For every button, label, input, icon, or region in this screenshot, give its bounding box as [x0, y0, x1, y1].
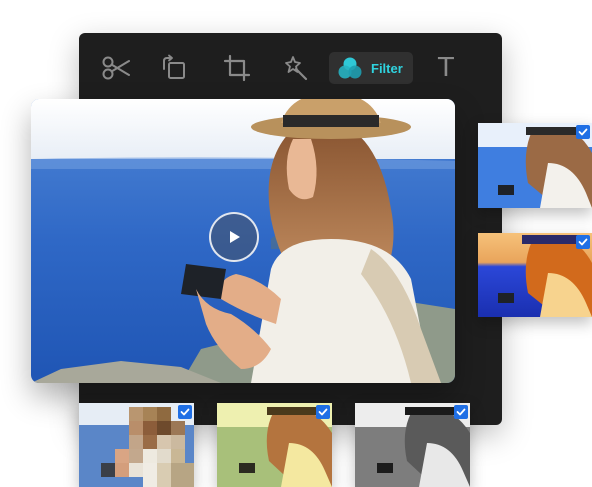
scissors-icon — [102, 56, 130, 80]
play-icon — [230, 231, 240, 243]
scissors-tool-button[interactable] — [99, 51, 133, 85]
editor-toolbar: Filter T — [79, 51, 502, 85]
text-icon: T — [438, 53, 454, 83]
filter-thumb-pixelate[interactable] — [79, 403, 194, 487]
rotate-icon — [163, 54, 185, 79]
check-icon — [454, 405, 468, 419]
check-icon — [316, 405, 330, 419]
video-preview[interactable] — [31, 99, 455, 383]
filter-tool-button[interactable]: Filter — [329, 52, 413, 84]
thumb-image — [79, 403, 194, 487]
filter-thumb-cool-blue[interactable] — [478, 123, 592, 208]
text-tool-button[interactable]: T — [431, 51, 461, 85]
filter-thumb-sunset-vivid[interactable] — [478, 233, 592, 317]
filter-icon — [338, 57, 362, 79]
crop-tool-button[interactable] — [220, 51, 254, 85]
filter-thumb-warm-yellow[interactable] — [217, 403, 332, 487]
rotate-tool-button[interactable] — [157, 51, 191, 85]
thumb-image — [217, 403, 332, 487]
thumb-image — [478, 233, 592, 317]
magic-wand-tool-button[interactable] — [279, 51, 313, 85]
filter-label: Filter — [371, 60, 403, 76]
crop-icon — [223, 54, 251, 82]
check-icon — [576, 235, 590, 249]
play-button[interactable] — [209, 212, 259, 262]
thumb-image — [355, 403, 470, 487]
magic-wand-icon — [285, 56, 308, 81]
check-icon — [178, 405, 192, 419]
thumb-image — [478, 123, 592, 208]
check-icon — [576, 125, 590, 139]
filter-thumb-grayscale[interactable] — [355, 403, 470, 487]
